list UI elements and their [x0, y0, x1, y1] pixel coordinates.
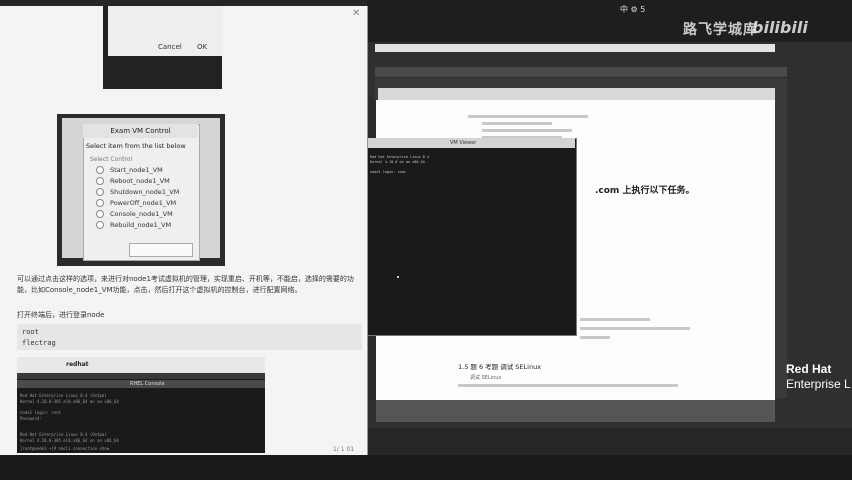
watermark-text: 路飞学城库 — [683, 22, 758, 38]
console-shot-line: Red Hat Enterprise Linux 8.4 (Ootpa) — [20, 432, 107, 437]
vm-option-label: Start_node1_VM — [110, 166, 163, 174]
vm-option-rebuild[interactable]: Rebuild_node1_VM — [96, 221, 171, 229]
console-shot-line: [root@node1 ~]# nmcli connection show — [20, 446, 110, 451]
cancel-button[interactable]: Cancel — [158, 43, 182, 51]
redhat-brand-line2: Enterprise L — [786, 377, 851, 391]
close-icon[interactable]: ✕ — [352, 8, 360, 19]
console-line: Kernel 4.18.0 on an x86_64 — [370, 160, 425, 164]
ok-button[interactable]: OK — [197, 43, 207, 51]
vm-option-reboot[interactable]: Reboot_node1_VM — [96, 177, 170, 185]
radio-icon[interactable] — [96, 210, 104, 218]
faint-text-line — [580, 336, 610, 339]
vm-toolbar[interactable] — [375, 44, 775, 52]
faint-text-line — [482, 129, 572, 132]
console-line: node1 login: root — [370, 170, 406, 174]
faint-text-line — [458, 384, 678, 387]
radio-icon[interactable] — [96, 199, 104, 207]
vm-titlebar[interactable] — [375, 67, 787, 77]
console-shot-line: node1 login: root — [20, 410, 61, 415]
console-line: Red Hat Enterprise Linux 8.4 — [370, 155, 430, 159]
doc-paragraph-login: 打开终端后，进行登录node — [17, 311, 105, 319]
radio-icon[interactable] — [96, 177, 104, 185]
console-screenshot-title: RHEL Console — [130, 381, 165, 387]
guest-browser-tabbar[interactable] — [378, 88, 775, 100]
code-block — [17, 324, 362, 350]
watermark-logo: bilibili — [752, 18, 808, 37]
code-line-user: root — [22, 328, 39, 336]
vm-option-label: Reboot_node1_VM — [110, 177, 170, 185]
console-cursor — [397, 276, 399, 278]
page-indicator: 1/ 1 01 — [333, 446, 355, 453]
vm-control-subtitle: Select item from the list below — [86, 142, 186, 150]
vm-option-shutdown[interactable]: Shutdown_node1_VM — [96, 188, 179, 196]
radio-icon[interactable] — [96, 221, 104, 229]
faint-text-line — [580, 318, 650, 321]
faint-text-line — [468, 115, 588, 118]
vm-console-window[interactable] — [367, 138, 577, 336]
vm-control-title: Exam VM Control — [83, 124, 198, 138]
console-screenshot-header — [17, 357, 265, 373]
faint-text-line — [482, 122, 552, 125]
vm-option-label: Shutdown_node1_VM — [110, 188, 180, 196]
vm-option-label: Rebuild_node1_VM — [110, 221, 172, 229]
vm-console-title: VM Viewer — [450, 140, 477, 146]
selinux-heading: 1.5 题 6 考题 调试 SELinux — [458, 363, 542, 371]
console-screenshot-brand: redhat — [66, 361, 89, 368]
console-shot-line: Password: — [20, 416, 42, 421]
console-shot-line: Kernel 4.18.0-305.el8.x86_64 on an x86_6… — [20, 399, 119, 404]
console-shot-line: Kernel 4.18.0-305.el8.x86_64 on an x86_6… — [20, 438, 119, 443]
faint-text-line — [580, 327, 690, 330]
task-heading: .com 上执行以下任务。 — [595, 186, 695, 196]
vm-option-start[interactable]: Start_node1_VM — [96, 166, 163, 174]
radio-icon[interactable] — [96, 188, 104, 196]
guest-bottom-bar — [376, 400, 775, 422]
vm-option-poweroff[interactable]: PowerOff_node1_VM — [96, 199, 176, 207]
vm-control-header: Select Control — [90, 156, 133, 163]
vm-option-label: Console_node1_VM — [110, 210, 173, 218]
doc-paragraph: 可以通过点击这样的选项，来进行对node1考试虚拟机的管理，实现重启、开机等，不… — [17, 275, 354, 294]
selinux-subheading: 调试 SELinux — [470, 375, 502, 381]
vm-control-ok-button[interactable] — [129, 243, 193, 257]
vm-option-label: PowerOff_node1_VM — [110, 199, 177, 207]
tray-clock: 中 ⚙ 5 — [620, 5, 646, 14]
radio-icon[interactable] — [96, 166, 104, 174]
redhat-brand: Red Hat Enterprise L — [786, 362, 851, 392]
vm-option-console[interactable]: Console_node1_VM — [96, 210, 173, 218]
console-shot-line: Red Hat Enterprise Linux 8.4 (Ootpa) — [20, 393, 107, 398]
bottom-bar — [0, 455, 852, 480]
console-screenshot-toolbar — [17, 373, 265, 379]
code-line-password: flectrag — [22, 339, 56, 347]
redhat-brand-line1: Red Hat — [786, 362, 832, 376]
